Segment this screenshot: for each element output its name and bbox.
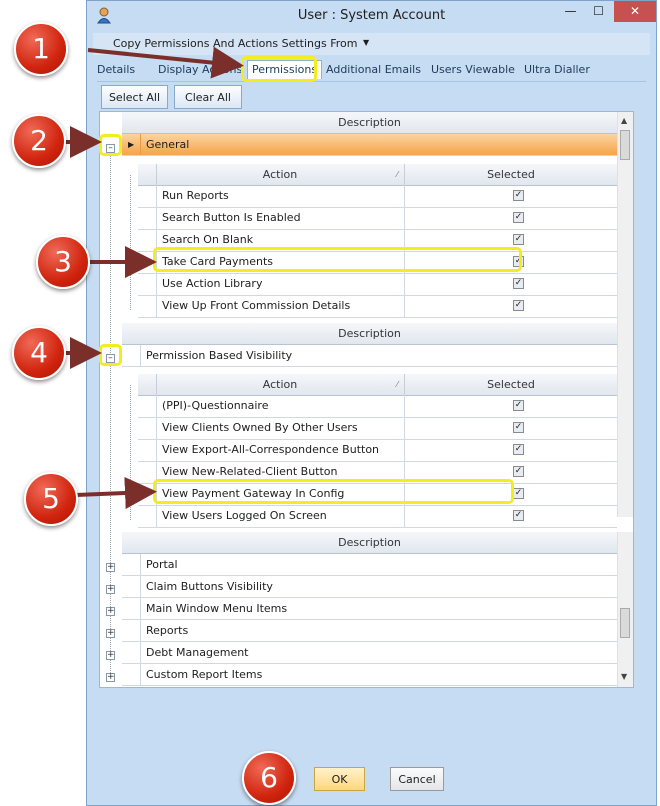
maximize-button[interactable]: ☐ [585,1,612,22]
expand-icon[interactable]: + [106,629,115,638]
description-header: Description [122,323,617,345]
action-column-header[interactable]: Action [263,168,297,181]
expand-icon[interactable]: + [106,563,115,572]
action-row[interactable]: View Export-All-Correspondence Button ✓ [138,439,617,462]
action-row[interactable]: Search Button Is Enabled ✓ [138,207,617,230]
action-label: Run Reports [162,189,229,202]
action-row[interactable]: (PPI)-Questionnaire ✓ [138,395,617,418]
action-label: (PPI)-Questionnaire [162,399,269,412]
selected-checkbox[interactable]: ✓ [513,190,524,201]
action-label: View Clients Owned By Other Users [162,421,358,434]
cancel-button[interactable]: Cancel [390,767,444,791]
expand-icon[interactable]: + [106,585,115,594]
action-label: View Export-All-Correspondence Button [162,443,380,456]
scroll-up-icon[interactable]: ▲ [621,116,627,125]
group-label: Debt Management [146,646,249,659]
copy-settings-menu[interactable]: Copy Permissions And Actions Settings Fr… [113,37,357,50]
group-label: Portal [146,558,178,571]
selected-checkbox[interactable]: ✓ [513,422,524,433]
group-row-permission-based-visibility[interactable]: Permission Based Visibility [122,345,617,367]
selected-checkbox[interactable]: ✓ [513,488,524,499]
callout-marker-3: 3 [36,235,90,289]
callout-marker-6: 6 [242,751,296,805]
action-label: View Users Logged On Screen [162,509,327,522]
tab-bar: Details Display Actions Permissions Addi… [97,60,646,80]
group-label: Custom Report Items [146,668,263,681]
selected-column-header[interactable]: Selected [405,164,617,185]
group-label: Main Window Menu Items [146,602,288,615]
menu-bar: Copy Permissions And Actions Settings Fr… [93,33,650,55]
selected-checkbox[interactable]: ✓ [513,444,524,455]
tab-display-actions[interactable]: Display Actions [158,63,242,76]
callout-marker-4: 4 [12,326,66,380]
expand-icon[interactable]: + [106,607,115,616]
select-all-button[interactable]: Select All [101,85,168,109]
action-row[interactable]: Use Action Library ✓ [138,273,617,296]
highlight-permissions-tab [241,56,317,82]
group-row-reports[interactable]: Reports [122,620,617,642]
selected-checkbox[interactable]: ✓ [513,212,524,223]
description-header: Description [122,112,617,134]
selected-column-header[interactable]: Selected [405,374,617,395]
group-label: Reports [146,624,189,637]
sort-icon: ⁄ [396,380,398,389]
group-label: General [146,138,190,151]
permissions-grid: Description – ▶ General Action ⁄ Selected… [99,111,634,688]
action-row[interactable]: Run Reports ✓ [138,185,617,208]
permissions-panel: Select All Clear All Description – ▶ Gen… [97,81,646,732]
selected-checkbox[interactable]: ✓ [513,278,524,289]
callout-marker-1: 1 [14,22,68,76]
minimize-button[interactable]: — [557,1,584,22]
group-row-main-window-menu-items[interactable]: Main Window Menu Items [122,598,617,620]
callout-marker-2: 2 [12,114,66,168]
expand-icon[interactable]: + [106,673,115,682]
scroll-thumb[interactable] [620,130,630,160]
selected-checkbox[interactable]: ✓ [513,510,524,521]
tab-users-viewable[interactable]: Users Viewable [431,63,515,76]
action-label: Use Action Library [162,277,263,290]
grid-scrollbar-top[interactable]: ▲ [617,112,633,517]
highlight-visibility-expander [99,344,122,366]
tab-ultra-dialler[interactable]: Ultra Dialler [524,63,590,76]
group-row-portal[interactable]: Portal [122,554,617,576]
highlight-take-card-payments [153,247,522,272]
chevron-down-icon[interactable]: ▼ [363,38,369,47]
group-label: Claim Buttons Visibility [146,580,273,593]
selected-checkbox[interactable]: ✓ [513,400,524,411]
highlight-payment-gateway [153,479,514,504]
group-label: Permission Based Visibility [146,349,293,362]
group-row-general[interactable]: ▶ General [122,134,617,156]
action-label: Search Button Is Enabled [162,211,301,224]
description-header: Description [122,532,617,554]
selected-checkbox[interactable]: ✓ [513,300,524,311]
ok-button[interactable]: OK [314,767,365,791]
action-label: View Up Front Commission Details [162,299,351,312]
row-pointer-icon: ▶ [128,140,135,149]
action-row[interactable]: View Up Front Commission Details ✓ [138,295,617,318]
grid-scrollbar-bottom[interactable]: ▼ [617,532,633,687]
tab-additional-emails[interactable]: Additional Emails [326,63,421,76]
title-bar: User : System Account — ☐ ✕ [87,1,656,31]
scroll-thumb[interactable] [620,608,630,638]
clear-all-button[interactable]: Clear All [174,85,242,109]
scroll-down-icon[interactable]: ▼ [621,672,627,681]
expand-icon[interactable]: + [106,651,115,660]
selected-checkbox[interactable]: ✓ [513,466,524,477]
group-row-custom-report-items[interactable]: Custom Report Items [122,664,617,686]
group-row-claim-buttons-visibility[interactable]: Claim Buttons Visibility [122,576,617,598]
callout-marker-5: 5 [24,472,78,526]
action-row[interactable]: View Users Logged On Screen ✓ [138,505,617,528]
action-column-header[interactable]: Action [263,378,297,391]
selected-checkbox[interactable]: ✓ [513,234,524,245]
user-account-window: User : System Account — ☐ ✕ Copy Permiss… [86,0,657,806]
action-row[interactable]: View Clients Owned By Other Users ✓ [138,417,617,440]
highlight-general-expander [99,134,122,156]
close-button[interactable]: ✕ [614,1,656,22]
tab-details[interactable]: Details [97,63,135,76]
group-row-debt-management[interactable]: Debt Management [122,642,617,664]
sort-icon: ⁄ [396,170,398,179]
